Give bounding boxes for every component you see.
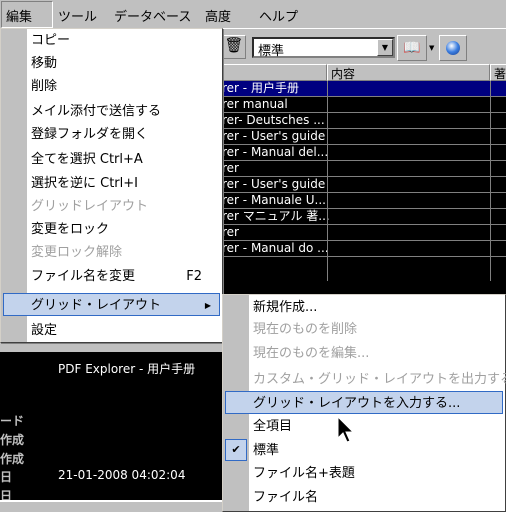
menu-item[interactable]: 現在のものを削除: [223, 318, 505, 341]
menu-item-label: ファイル名: [253, 490, 319, 505]
menu-item[interactable]: カスタム・グリッド・レイアウトを出力する...: [223, 368, 506, 391]
table-row[interactable]: rer - Manual del...: [222, 145, 506, 161]
grid-header-author[interactable]: 著: [490, 64, 506, 81]
table-row[interactable]: rer - Manuale U...: [222, 193, 506, 209]
menu-item[interactable]: 標準 ✔: [223, 439, 505, 462]
detail-label: 日: [0, 470, 13, 484]
menu-item-label: メイル添付で送信する: [31, 104, 162, 119]
menu-separator: [29, 146, 219, 147]
menu-item-label: 全項目: [253, 419, 293, 434]
menu-item[interactable]: グリッドレイアウト: [1, 195, 222, 218]
menu-database[interactable]: データベース: [114, 6, 191, 25]
menu-item-label: グリッドレイアウト: [31, 199, 149, 214]
menu-item-label: カスタム・グリッド・レイアウトを出力する...: [253, 372, 506, 387]
menu-item[interactable]: 登録フォルダを開く: [1, 123, 222, 146]
menu-item-label: 変更ロック解除: [31, 245, 123, 260]
menu-separator: [29, 288, 219, 289]
table-row[interactable]: rer - User's guide: [222, 177, 506, 193]
menu-item[interactable]: 削除: [1, 75, 222, 98]
menu-item-label: 登録フォルダを開く: [31, 127, 149, 142]
menu-separator: [29, 99, 219, 100]
submenu-arrow-icon: ▶: [204, 301, 211, 310]
menu-item[interactable]: メイル添付で送信する: [1, 100, 222, 123]
menu-item[interactable]: コピー: [1, 29, 222, 52]
menu-item[interactable]: 変更をロック: [1, 218, 222, 241]
menu-item[interactable]: 全てを選択 Ctrl+A: [1, 148, 222, 171]
menu-item[interactable]: グリッド・レイアウト ▶: [3, 293, 220, 316]
table-row[interactable]: rer: [222, 161, 506, 177]
menu-item-label: 設定: [31, 323, 58, 338]
globe-icon[interactable]: [439, 35, 467, 61]
detail-label: 作成: [0, 452, 25, 466]
edit-menu: コピー移動削除メイル添付で送信する 登録フォルダを開く 全てを選択 Ctrl+A 選択…: [0, 28, 223, 343]
detail-pane: PDF Explorer - 用户手册 ード 作成 作成 日 21-01-200…: [0, 352, 222, 503]
menu-item[interactable]: ファイル名: [223, 486, 505, 509]
menu-item-label: 削除: [31, 79, 58, 94]
menu-bar: 編集 ツール データベース 高度 ヘルプ: [0, 0, 506, 29]
menu-item[interactable]: 移動: [1, 52, 222, 75]
mouse-cursor-icon: [337, 416, 355, 443]
detail-label: ード: [0, 414, 25, 428]
checkmark-icon: ✔: [225, 439, 247, 461]
menu-item-label: 新規作成...: [253, 300, 318, 315]
menu-item-label: 現在のものを編集...: [253, 346, 370, 361]
menu-advanced[interactable]: 高度: [205, 6, 231, 25]
menu-item-label: グリッド・レイアウト: [31, 298, 162, 313]
menu-edit[interactable]: 編集: [1, 1, 53, 28]
trash-icon[interactable]: 🗑: [222, 35, 246, 59]
menu-item-label: ファイル名+表題: [253, 466, 355, 481]
menu-separator: [29, 264, 219, 265]
chevron-down-icon[interactable]: ▼: [429, 44, 434, 52]
table-row[interactable]: rer - Manual do ...: [222, 241, 506, 257]
menu-item[interactable]: 新規作成...: [223, 296, 505, 319]
menu-item[interactable]: ファイル名+表題: [223, 462, 505, 485]
detail-date: 21-01-2008 04:02:04: [58, 468, 186, 482]
menu-item[interactable]: 変更ロック解除: [1, 241, 222, 264]
menu-item[interactable]: ファイル名を変更 F2: [1, 265, 222, 288]
shortcut: F2: [186, 269, 202, 284]
grid-layout-submenu: 新規作成... 現在のものを削除 現在のものを編集... カスタム・グリッド・レイアウ…: [222, 294, 506, 512]
layout-combo[interactable]: 標準 ▼: [252, 37, 395, 59]
menu-item-label: 標準: [253, 443, 280, 458]
menu-help[interactable]: ヘルプ: [259, 6, 298, 25]
menu-item[interactable]: 現在のものを編集...: [223, 342, 505, 365]
status-strip: [0, 500, 222, 512]
table-row[interactable]: rer manual: [222, 97, 506, 113]
book-icon[interactable]: 📖: [397, 35, 427, 61]
menu-item-label: 現在のものを削除: [253, 322, 358, 337]
detail-label: 作成: [0, 433, 25, 447]
menu-item[interactable]: 選択を逆に Ctrl+I: [1, 172, 222, 195]
menu-item[interactable]: グリッド・レイアウトを入力する...: [225, 391, 503, 414]
menu-item-label: ファイル名を変更: [31, 269, 136, 284]
menu-item-label: 全てを選択 Ctrl+A: [31, 152, 143, 167]
layout-combo-value: 標準: [258, 44, 285, 59]
menu-item-label: 選択を逆に Ctrl+I: [31, 176, 138, 191]
table-row[interactable]: rer- Deutsches ...: [222, 113, 506, 129]
menu-item-label: 変更をロック: [31, 222, 110, 237]
menu-separator: [251, 366, 502, 367]
grid-header-content[interactable]: 内容: [327, 64, 490, 81]
menu-item[interactable]: 設定: [1, 319, 222, 342]
detail-title: PDF Explorer - 用户手册: [58, 362, 196, 376]
table-row[interactable]: rer マニュアル 著...: [222, 209, 506, 225]
table-row[interactable]: rer: [222, 225, 506, 241]
table-row[interactable]: rer - User's guide: [222, 129, 506, 145]
menu-tools[interactable]: ツール: [58, 6, 97, 25]
grid-header[interactable]: [222, 64, 327, 81]
menu-item-label: コピー: [31, 33, 71, 48]
menu-item[interactable]: 全項目: [223, 415, 505, 438]
menu-item-label: 移動: [31, 56, 58, 71]
menu-item-label: グリッド・レイアウトを入力する...: [253, 396, 461, 411]
table-row[interactable]: rer - 用户手册: [222, 81, 506, 97]
chevron-down-icon[interactable]: ▼: [377, 39, 393, 56]
